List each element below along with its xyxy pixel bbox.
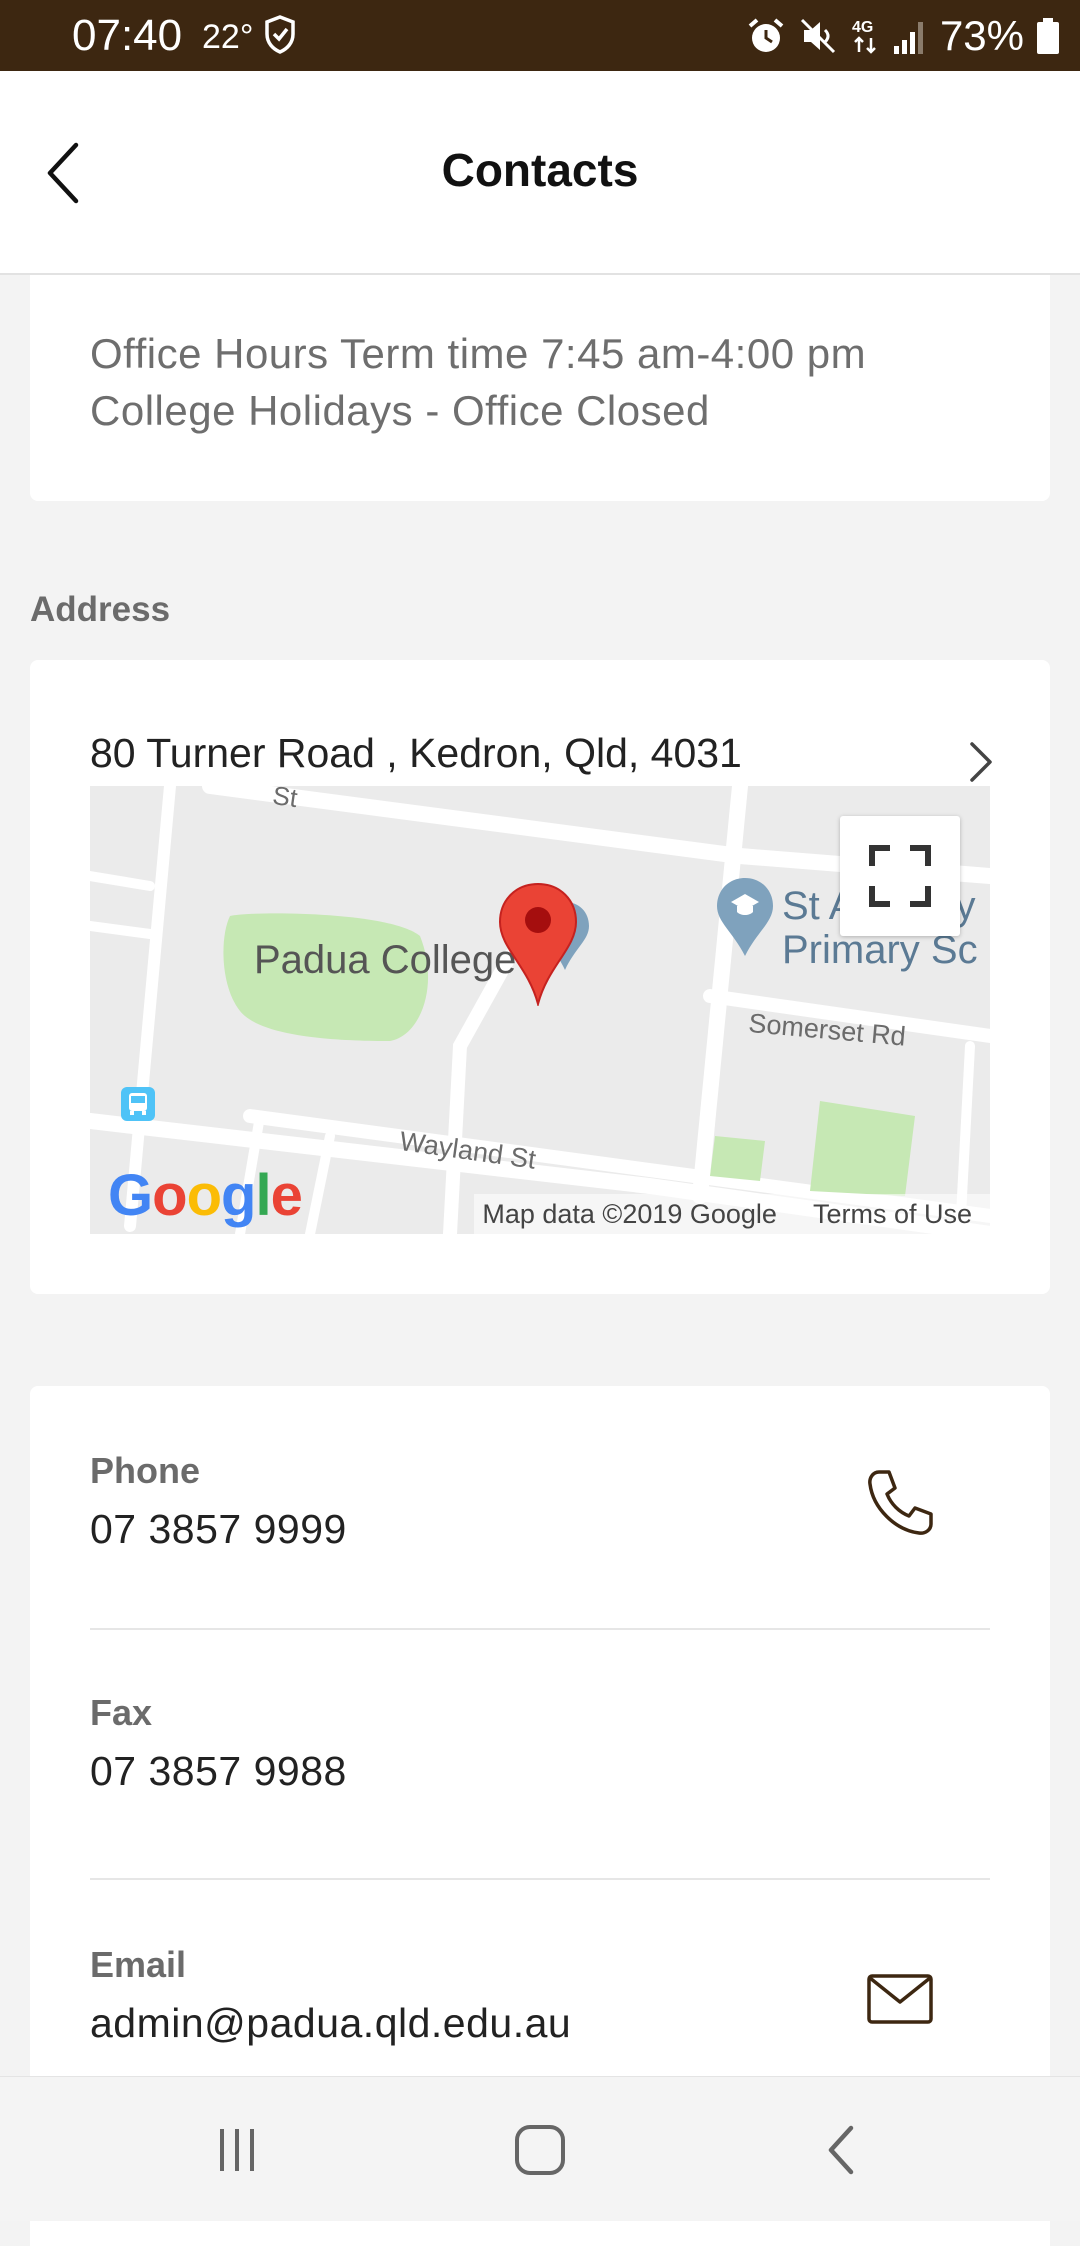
back-arrow-icon <box>828 2125 854 2175</box>
fax-label: Fax <box>90 1692 153 1733</box>
office-hours-text: Office Hours Term time 7:45 am-4:00 pm C… <box>90 325 1010 439</box>
shield-icon <box>264 14 296 56</box>
page-title: Contacts <box>441 144 639 196</box>
status-time: 07:40 <box>72 11 183 60</box>
phone-icon[interactable] <box>865 1468 935 1538</box>
terms-of-use-link[interactable]: Terms of Use <box>813 1199 972 1230</box>
fax-item: Fax 07 3857 9988 <box>90 1692 990 1795</box>
system-back-button[interactable] <box>797 2117 887 2183</box>
recent-apps-icon <box>220 2129 254 2171</box>
map-view[interactable]: St Padua College St Anthony Primary Sc S… <box>90 786 990 1234</box>
home-button[interactable] <box>495 2117 585 2183</box>
app-header: Contacts <box>0 71 1080 275</box>
divider <box>90 1628 990 1630</box>
street-label: St <box>270 786 300 814</box>
alarm-icon <box>746 16 786 56</box>
office-holidays-line: College Holidays - Office Closed <box>90 387 710 434</box>
office-hours-line: Office Hours Term time 7:45 am-4:00 pm <box>90 330 867 377</box>
signal-icon <box>892 16 928 56</box>
phone-item[interactable]: Phone 07 3857 9999 <box>90 1450 990 1553</box>
divider <box>90 1878 990 1880</box>
map-marker-icon[interactable] <box>498 882 578 1008</box>
svg-text:4G: 4G <box>852 19 873 36</box>
mute-icon <box>798 16 838 56</box>
poi-padua-college: Padua College <box>254 938 517 982</box>
google-logo: Google <box>108 1163 303 1228</box>
map-attribution: Map data ©2019 Google <box>482 1198 777 1229</box>
phone-value: 07 3857 9999 <box>90 1506 347 1552</box>
battery-level: 73% <box>939 12 1024 59</box>
address-text: 80 Turner Road , Kedron, Qld, 4031 <box>90 730 742 776</box>
email-item[interactable]: Email admin@padua.qld.edu.au <box>90 1944 990 2047</box>
address-card: 80 Turner Road , Kedron, Qld, 4031 St Pa… <box>30 660 1050 1294</box>
bus-stop-icon <box>120 1086 156 1122</box>
map-attribution-bar: Map data ©2019 Google Terms of Use <box>474 1194 990 1234</box>
fullscreen-icon <box>869 845 931 907</box>
system-nav-bar <box>0 2076 1080 2221</box>
status-temperature: 22° <box>202 18 254 56</box>
recent-apps-button[interactable] <box>192 2117 282 2183</box>
network-4g-icon: 4G <box>850 16 880 56</box>
email-value: admin@padua.qld.edu.au <box>90 2000 572 2046</box>
office-hours-card: Office Hours Term time 7:45 am-4:00 pm C… <box>30 275 1050 501</box>
email-label: Email <box>90 1944 187 1985</box>
status-bar: 07:40 22° 4G 73% <box>0 0 1080 71</box>
status-icons: 4G 73% <box>746 6 1060 66</box>
chevron-right-icon <box>966 738 996 786</box>
mail-icon[interactable] <box>865 1964 935 2034</box>
battery-icon <box>1036 16 1060 56</box>
phone-label: Phone <box>90 1450 201 1491</box>
fax-value: 07 3857 9988 <box>90 1748 347 1794</box>
home-icon <box>515 2125 565 2175</box>
address-section-label: Address <box>30 590 171 629</box>
fullscreen-button[interactable] <box>840 816 960 936</box>
